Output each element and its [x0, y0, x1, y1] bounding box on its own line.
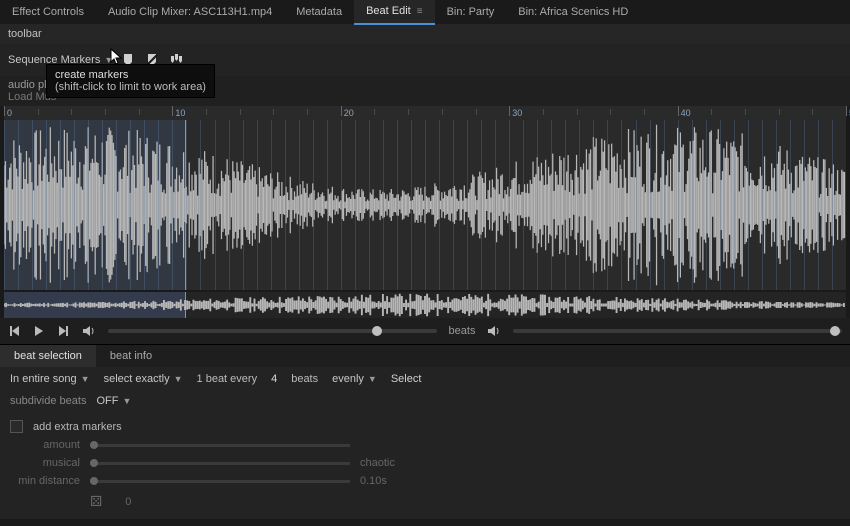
- min-distance-value: 0.10s: [360, 475, 387, 487]
- tooltip-line2: (shift-click to limit to work area): [55, 81, 206, 93]
- volume-icon[interactable]: [82, 324, 96, 338]
- add-extra-checkbox[interactable]: [10, 420, 23, 433]
- beats-word: beats: [291, 373, 318, 385]
- prev-button[interactable]: [8, 324, 22, 338]
- subtab-beat-selection[interactable]: beat selection: [0, 345, 96, 367]
- tab-effect-controls[interactable]: Effect Controls: [0, 0, 96, 24]
- min-distance-slider[interactable]: [90, 480, 350, 483]
- select-button[interactable]: Select: [391, 373, 422, 385]
- tab-bin-africa[interactable]: Bin: Africa Scenics HD: [506, 0, 640, 24]
- chevron-down-icon: ▼: [81, 374, 90, 384]
- tab-audio-mixer[interactable]: Audio Clip Mixer: ASC113H1.mp4: [96, 0, 284, 24]
- panel-menu-icon[interactable]: ≡: [417, 6, 423, 17]
- beats-label: beats: [449, 325, 476, 337]
- subtab-label: beat selection: [14, 350, 82, 362]
- mouse-cursor-icon: [110, 48, 124, 66]
- tab-label: Audio Clip Mixer: ASC113H1.mp4: [108, 6, 272, 18]
- musical-label: musical: [10, 457, 80, 469]
- extra-count: 0: [125, 496, 131, 508]
- distribution-dropdown[interactable]: evenly ▼: [332, 373, 377, 385]
- tooltip: create markers (shift-click to limit to …: [46, 64, 215, 98]
- dice-icon[interactable]: ⚄: [90, 493, 102, 510]
- overview-graphic: [4, 292, 846, 318]
- play-button[interactable]: [32, 324, 46, 338]
- tab-beat-edit[interactable]: Beat Edit ≡: [354, 0, 434, 25]
- min-distance-label: min distance: [10, 475, 80, 487]
- tab-label: Effect Controls: [12, 6, 84, 18]
- dropdown-label: In entire song: [10, 373, 77, 385]
- tab-label: Beat Edit: [366, 5, 411, 17]
- waveform-overview[interactable]: [4, 292, 846, 318]
- tab-metadata[interactable]: Metadata: [284, 0, 354, 24]
- panel-title: toolbar: [0, 24, 850, 44]
- tooltip-line1: create markers: [55, 69, 206, 81]
- every-label: 1 beat every: [197, 373, 258, 385]
- amount-slider[interactable]: [90, 444, 350, 447]
- chevron-down-icon: ▼: [174, 374, 183, 384]
- subtab-beat-info[interactable]: beat info: [96, 345, 166, 367]
- waveform-main[interactable]: [4, 120, 846, 290]
- tab-label: Bin: Party: [447, 6, 495, 18]
- tab-bin-party[interactable]: Bin: Party: [435, 0, 507, 24]
- beats-slider[interactable]: [513, 329, 842, 333]
- time-ruler[interactable]: 01020304050: [4, 106, 846, 120]
- beats-volume-icon[interactable]: [487, 324, 501, 338]
- add-extra-label: add extra markers: [33, 421, 122, 433]
- subdivide-label: subdivide beats: [10, 395, 86, 407]
- next-button[interactable]: [56, 324, 70, 338]
- amount-label: amount: [10, 439, 80, 451]
- chevron-down-icon: ▼: [122, 396, 131, 406]
- scope-dropdown[interactable]: In entire song ▼: [10, 373, 90, 385]
- musical-slider[interactable]: [90, 462, 350, 465]
- chaotic-label: chaotic: [360, 457, 395, 469]
- dropdown-label: select exactly: [104, 373, 170, 385]
- subdivide-dropdown[interactable]: OFF ▼: [96, 395, 131, 407]
- dropdown-label: OFF: [96, 395, 118, 407]
- chevron-down-icon: ▼: [368, 374, 377, 384]
- volume-slider[interactable]: [108, 329, 437, 333]
- every-value[interactable]: 4: [271, 373, 277, 385]
- dropdown-label: evenly: [332, 373, 364, 385]
- tab-label: Bin: Africa Scenics HD: [518, 6, 628, 18]
- mode-dropdown[interactable]: select exactly ▼: [104, 373, 183, 385]
- tab-label: Metadata: [296, 6, 342, 18]
- subtab-label: beat info: [110, 350, 152, 362]
